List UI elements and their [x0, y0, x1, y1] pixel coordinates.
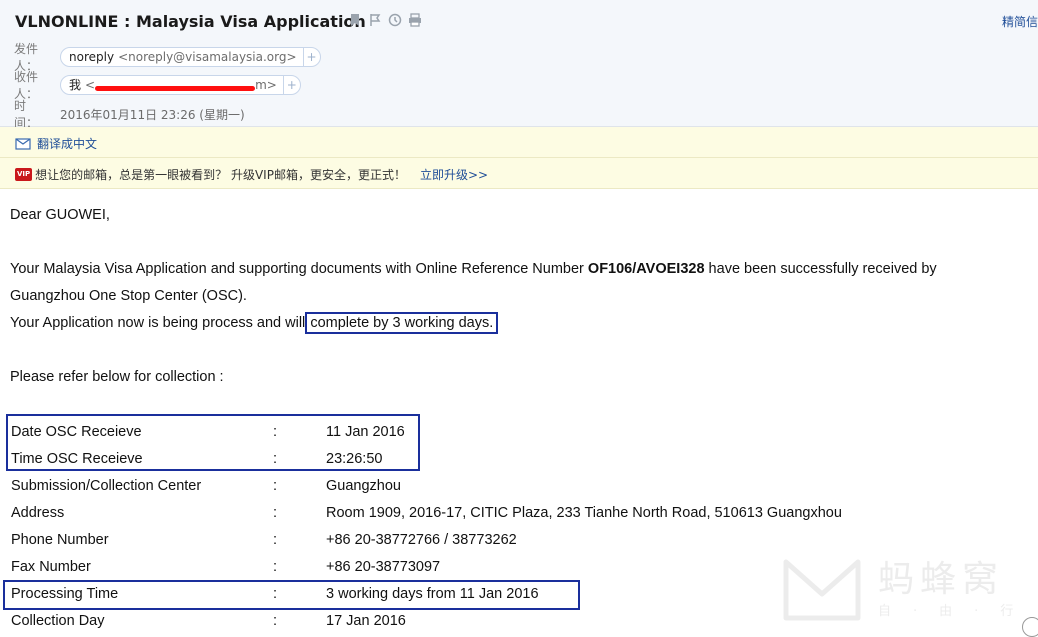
add-recipient-button[interactable]: +	[282, 76, 300, 94]
vip-bar: VIP 想让您的邮箱，总是第一眼被看到？ 升级VIP邮箱，更安全，更正式！ 立即…	[0, 158, 1038, 189]
watermark-subtext: 自·由·行	[878, 604, 1036, 619]
header-actions	[348, 13, 422, 27]
translate-icon	[15, 137, 31, 150]
detail-value: 23:26:50	[326, 451, 383, 467]
paragraph-1: Your Malaysia Visa Application and suppo…	[10, 261, 937, 277]
detail-label: Address	[11, 505, 65, 521]
detail-value: 3 working days from 11 Jan 2016	[326, 586, 539, 602]
sent-time: 2016年01月11日 23:26 (星期一)	[60, 107, 245, 122]
sender-name: noreply	[69, 50, 115, 64]
redaction-mark	[95, 86, 256, 91]
sender-chip[interactable]: noreply <noreply@visamalaysia.org> +	[60, 47, 321, 67]
time-label: 时 间：	[14, 99, 39, 130]
reference-number: OF106/AVOEI328	[587, 261, 705, 277]
detail-separator: :	[273, 505, 278, 521]
time-row: 时 间： 2016年01月11日 23:26 (星期一)	[14, 97, 245, 131]
detail-separator: :	[273, 613, 278, 629]
detail-label: Submission/Collection Center	[11, 478, 202, 494]
mail-header: VLNONLINE : Malaysia Visa Application 精简…	[0, 0, 1038, 130]
detail-separator: :	[273, 478, 278, 494]
detail-label: Time OSC Receieve	[11, 451, 143, 467]
clock-icon[interactable]	[388, 13, 402, 27]
watermark-logo-icon	[783, 559, 861, 621]
recipient-name: 我	[69, 78, 82, 92]
bookmark-icon[interactable]	[348, 13, 362, 27]
print-icon[interactable]	[408, 13, 422, 27]
email-subject: VLNONLINE : Malaysia Visa Application	[15, 12, 366, 31]
detail-value: Guangzhou	[326, 478, 401, 494]
detail-label: Fax Number	[11, 559, 91, 575]
greeting: Dear GUOWEI,	[10, 207, 110, 223]
paragraph-3: Please refer below for collection :	[10, 369, 224, 385]
detail-value: 11 Jan 2016	[326, 424, 405, 440]
watermark: 蚂蜂窝 自·由·行	[780, 548, 1038, 636]
paragraph-1-cont: Guangzhou One Stop Center (OSC).	[10, 288, 247, 304]
vip-promo-text: 想让您的邮箱，总是第一眼被看到？ 升级VIP邮箱，更安全，更正式！	[35, 168, 406, 182]
detail-value: +86 20-38773097	[326, 559, 441, 575]
detail-separator: :	[273, 586, 278, 602]
detail-label: Phone Number	[11, 532, 109, 548]
sender-email: <noreply@visamalaysia.org>	[118, 50, 297, 64]
completion-highlight: complete by 3 working days.	[305, 312, 499, 334]
flag-icon[interactable]	[368, 13, 382, 27]
detail-label: Processing Time	[11, 586, 119, 602]
detail-value: 17 Jan 2016	[326, 613, 406, 629]
watermark-text: 蚂蜂窝	[878, 559, 1005, 600]
detail-value: Room 1909, 2016-17, CITIC Plaza, 233 Tia…	[326, 505, 842, 521]
detail-separator: :	[273, 424, 278, 440]
paragraph-2: Your Application now is being process an…	[10, 312, 499, 334]
vip-badge-icon: VIP	[15, 168, 33, 181]
simplified-view-link[interactable]: 精简信	[1002, 13, 1038, 30]
detail-separator: :	[273, 451, 278, 467]
detail-value: +86 20-38772766 / 38773262	[326, 532, 517, 548]
recipient-email: < m>	[85, 78, 277, 92]
detail-separator: :	[273, 532, 278, 548]
add-sender-button[interactable]: +	[302, 48, 320, 66]
detail-separator: :	[273, 559, 278, 575]
zoom-icon[interactable]	[1022, 617, 1038, 637]
translate-bar: 翻译成中文	[0, 127, 1038, 158]
upgrade-vip-link[interactable]: 立即升级>>	[420, 166, 488, 183]
recipient-chip[interactable]: 我 < m> +	[60, 75, 301, 95]
detail-label: Collection Day	[11, 613, 105, 629]
detail-label: Date OSC Receieve	[11, 424, 142, 440]
translate-link[interactable]: 翻译成中文	[37, 135, 97, 152]
